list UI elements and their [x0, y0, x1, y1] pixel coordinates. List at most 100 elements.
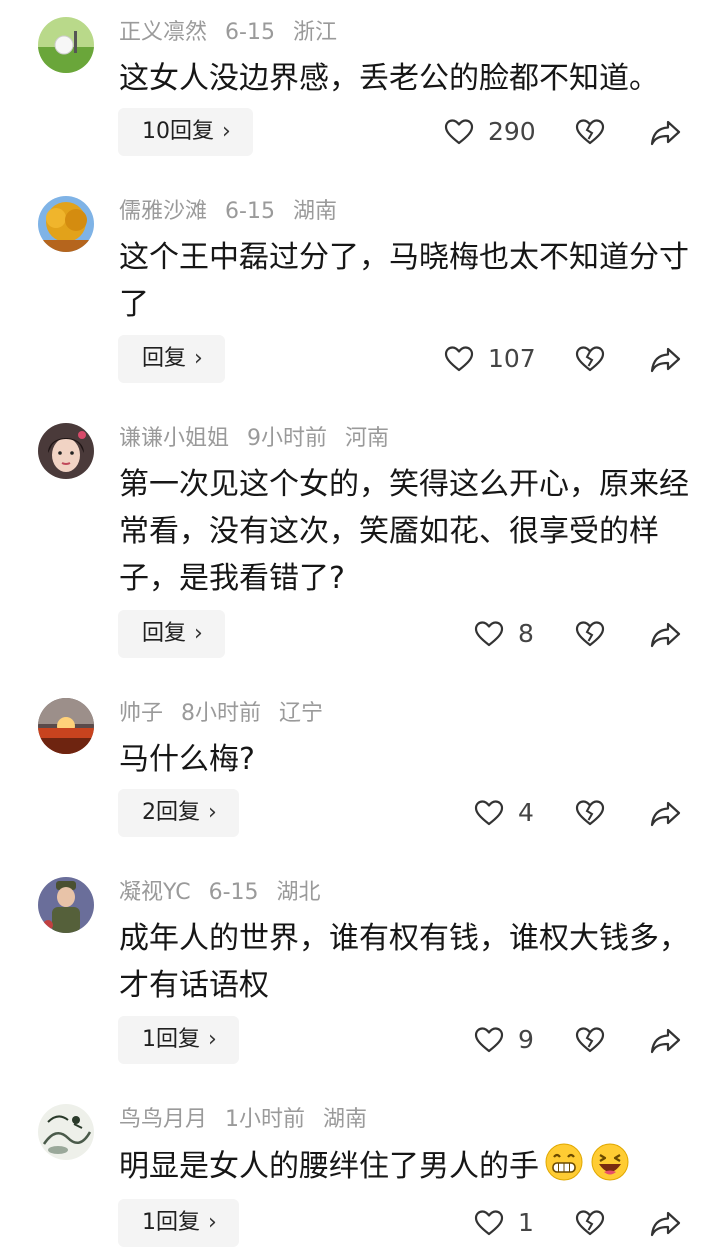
like-count: 1 — [518, 1208, 534, 1237]
like-count: 4 — [518, 798, 534, 827]
chevron-right-icon: › — [222, 119, 231, 144]
timestamp: 8小时前 — [181, 701, 262, 726]
location: 河南 — [345, 426, 390, 451]
reply-label: 10回复 — [142, 119, 214, 144]
comment-text: 这女人没边界感，丢老公的脸都不知道。 — [119, 61, 659, 96]
comment-text: 第一次见这个女的，笑得这么开心，原来经常看，没有这次，笑靥如花、很享受的样子，是… — [119, 467, 689, 596]
location: 湖南 — [323, 1107, 368, 1132]
broken-heart-icon — [575, 799, 605, 827]
avatar[interactable] — [38, 196, 94, 252]
dislike-button[interactable] — [573, 335, 607, 383]
avatar[interactable] — [38, 877, 94, 933]
share-icon — [650, 799, 682, 827]
comment-item: 儒雅沙滩 6-15 湖南 这个王中磊过分了，马晓梅也太不知道分寸了 回复 › 107 — [0, 196, 720, 386]
reply-button[interactable]: 10回复 › — [118, 108, 253, 156]
reply-button[interactable]: 1回复 › — [118, 1016, 239, 1064]
share-button[interactable] — [649, 1016, 683, 1064]
share-button[interactable] — [649, 610, 683, 658]
heart-icon — [474, 620, 504, 648]
dislike-button[interactable] — [573, 1199, 607, 1247]
avatar[interactable] — [38, 698, 94, 754]
comment-meta: 帅子 8小时前 辽宁 — [119, 700, 323, 728]
username[interactable]: 谦谦小姐姐 — [119, 426, 229, 451]
username[interactable]: 鸟鸟月月 — [119, 1107, 207, 1132]
share-icon — [650, 1026, 682, 1054]
heart-icon — [474, 799, 504, 827]
reply-button[interactable]: 回复 › — [118, 335, 225, 383]
dislike-button[interactable] — [573, 108, 607, 156]
timestamp: 6-15 — [225, 20, 275, 45]
like-count: 290 — [488, 117, 536, 146]
like-button[interactable]: 290 — [444, 108, 536, 156]
like-button[interactable]: 8 — [474, 610, 534, 658]
comment-feed: 正义凛然 6-15 浙江 这女人没边界感，丢老公的脸都不知道。 10回复 › 290 — [0, 0, 720, 1255]
reply-button[interactable]: 2回复 › — [118, 789, 239, 837]
location: 辽宁 — [279, 701, 324, 726]
dislike-button[interactable] — [573, 610, 607, 658]
chevron-right-icon: › — [208, 1027, 217, 1052]
username[interactable]: 正义凛然 — [119, 20, 207, 45]
laughing-emoji-icon — [589, 1142, 631, 1196]
comment-meta: 凝视YC 6-15 湖北 — [119, 879, 321, 907]
username[interactable]: 儒雅沙滩 — [119, 199, 207, 224]
reply-label: 回复 — [142, 346, 187, 371]
like-button[interactable]: 9 — [474, 1016, 534, 1064]
like-button[interactable]: 1 — [474, 1199, 534, 1247]
like-count: 107 — [488, 344, 536, 373]
comment-item: 谦谦小姐姐 9小时前 河南 第一次见这个女的，笑得这么开心，原来经常看，没有这次，笑… — [0, 423, 720, 663]
share-button[interactable] — [649, 335, 683, 383]
broken-heart-icon — [575, 1209, 605, 1237]
timestamp: 1小时前 — [225, 1107, 306, 1132]
comment-text-body: 明显是女人的腰绊住了男人的手 — [119, 1149, 539, 1184]
chevron-right-icon: › — [194, 346, 203, 371]
reply-label: 2回复 — [142, 800, 200, 825]
share-button[interactable] — [649, 1199, 683, 1247]
reply-label: 1回复 — [142, 1027, 200, 1052]
grinning-emoji-icon — [543, 1142, 585, 1196]
chevron-right-icon: › — [194, 621, 203, 646]
comment-item: 鸟鸟月月 1小时前 湖南 明显是女人的腰绊住了男人的手 1回复 › 1 — [0, 1104, 720, 1254]
broken-heart-icon — [575, 620, 605, 648]
comment-meta: 儒雅沙滩 6-15 湖南 — [119, 198, 337, 226]
comment-item: 帅子 8小时前 辽宁 马什么梅? 2回复 › 4 — [0, 698, 720, 843]
reply-label: 1回复 — [142, 1210, 200, 1235]
username[interactable]: 凝视YC — [119, 880, 191, 905]
location: 湖北 — [276, 880, 321, 905]
comment-text: 马什么梅? — [119, 742, 255, 777]
reply-button[interactable]: 1回复 › — [118, 1199, 239, 1247]
reply-button[interactable]: 回复 › — [118, 610, 225, 658]
heart-icon — [444, 118, 474, 146]
broken-heart-icon — [575, 345, 605, 373]
broken-heart-icon — [575, 1026, 605, 1054]
heart-icon — [474, 1026, 504, 1054]
comment-meta: 谦谦小姐姐 9小时前 河南 — [119, 425, 389, 453]
username[interactable]: 帅子 — [119, 701, 163, 726]
comment-text: 这个王中磊过分了，马晓梅也太不知道分寸了 — [119, 240, 689, 322]
location: 浙江 — [292, 20, 337, 45]
share-button[interactable] — [649, 789, 683, 837]
comment-meta: 正义凛然 6-15 浙江 — [119, 19, 337, 47]
chevron-right-icon: › — [208, 800, 217, 825]
heart-icon — [474, 1209, 504, 1237]
avatar[interactable] — [38, 1104, 94, 1160]
comment-meta: 鸟鸟月月 1小时前 湖南 — [119, 1106, 367, 1134]
like-count: 9 — [518, 1025, 534, 1054]
like-count: 8 — [518, 619, 534, 648]
dislike-button[interactable] — [573, 1016, 607, 1064]
comment-item: 凝视YC 6-15 湖北 成年人的世界，谁有权有钱，谁权大钱多，才有话语权 1回复 ›… — [0, 877, 720, 1067]
share-icon — [650, 1209, 682, 1237]
share-icon — [650, 345, 682, 373]
share-icon — [650, 118, 682, 146]
like-button[interactable]: 107 — [444, 335, 536, 383]
share-icon — [650, 620, 682, 648]
like-button[interactable]: 4 — [474, 789, 534, 837]
broken-heart-icon — [575, 118, 605, 146]
comment-item: 正义凛然 6-15 浙江 这女人没边界感，丢老公的脸都不知道。 10回复 › 290 — [0, 17, 720, 167]
reply-label: 回复 — [142, 621, 187, 646]
avatar[interactable] — [38, 423, 94, 479]
timestamp: 6-15 — [225, 199, 275, 224]
dislike-button[interactable] — [573, 789, 607, 837]
share-button[interactable] — [649, 108, 683, 156]
comment-text: 明显是女人的腰绊住了男人的手 — [119, 1142, 689, 1196]
avatar[interactable] — [38, 17, 94, 73]
